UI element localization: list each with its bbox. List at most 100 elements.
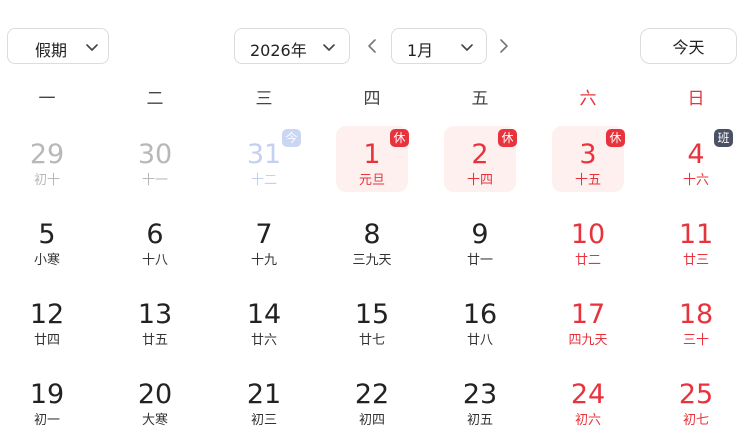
day-cell[interactable]: 21 初三: [228, 366, 300, 432]
day-number: 22: [354, 379, 390, 410]
day-number: 9: [471, 219, 489, 250]
lunar-date: 十六: [682, 173, 709, 188]
lunar-date: 小寒: [33, 253, 60, 268]
day-number: 19: [29, 379, 65, 410]
day-cell[interactable]: 17 四九天: [552, 286, 624, 352]
day-cell[interactable]: 12 廿四: [11, 286, 83, 352]
day-cell[interactable]: 9 廿一: [444, 206, 516, 272]
day-cell[interactable]: 3 十五休: [552, 126, 625, 192]
day-number: 29: [29, 139, 65, 170]
day-number: 17: [570, 299, 606, 330]
month-select-label: 1月: [407, 41, 434, 60]
rest-day-badge: 休: [606, 129, 625, 147]
lunar-date: 初五: [466, 413, 493, 428]
day-cell[interactable]: 31 十二今: [228, 126, 301, 192]
weekday-label: 四: [363, 89, 381, 109]
day-cell[interactable]: 6 十八: [119, 206, 191, 272]
next-month-icon[interactable]: [496, 37, 512, 55]
day-number: 7: [255, 219, 273, 250]
day-cell[interactable]: 14 廿六: [228, 286, 300, 352]
lunar-date: 三十: [682, 333, 709, 348]
rest-day-badge: 休: [498, 129, 517, 147]
day-cell[interactable]: 15 廿七: [336, 286, 408, 352]
lunar-date: 十四: [466, 173, 493, 188]
year-select-label: 2026年: [250, 41, 307, 60]
weekday-label: 六: [579, 89, 597, 109]
day-number: 18: [678, 299, 714, 330]
lunar-date: 初一: [33, 413, 60, 428]
lunar-date: 十八: [141, 253, 168, 268]
day-cell[interactable]: 5 小寒: [11, 206, 83, 272]
lunar-date: 元旦: [358, 173, 385, 188]
lunar-date: 初七: [682, 413, 709, 428]
lunar-date: 大寒: [141, 413, 168, 428]
day-cell[interactable]: 8 三九天: [336, 206, 408, 272]
day-cell[interactable]: 19 初一: [11, 366, 83, 432]
lunar-date: 十二: [250, 173, 277, 188]
day-cell[interactable]: 16 廿八: [444, 286, 516, 352]
day-cell[interactable]: 30 十一: [119, 126, 191, 192]
lunar-date: 初三: [250, 413, 277, 428]
day-number: 8: [363, 219, 381, 250]
holiday-select-label: 假期: [35, 41, 68, 60]
day-number: 25: [678, 379, 714, 410]
lunar-date: 四九天: [568, 333, 608, 348]
day-number: 14: [246, 299, 282, 330]
rest-day-badge: 休: [390, 129, 409, 147]
month-select[interactable]: 1月: [391, 28, 487, 64]
previous-month-icon[interactable]: [364, 37, 380, 55]
chevron-down-icon: [86, 44, 98, 51]
day-cell[interactable]: 20 大寒: [119, 366, 191, 432]
day-number: 21: [246, 379, 282, 410]
weekday-label: 二: [146, 89, 164, 109]
weekday-label: 一: [38, 89, 56, 109]
lunar-date: 廿五: [141, 333, 168, 348]
lunar-date: 廿一: [466, 253, 493, 268]
today-badge: 今: [282, 129, 301, 147]
lunar-date: 廿七: [358, 333, 385, 348]
day-cell[interactable]: 13 廿五: [119, 286, 191, 352]
lunar-date: 廿四: [33, 333, 60, 348]
weekday-label: 五: [471, 89, 489, 109]
day-cell[interactable]: 11 廿三: [660, 206, 732, 272]
day-number: 11: [678, 219, 714, 250]
day-number: 23: [462, 379, 498, 410]
lunar-date: 廿八: [466, 333, 493, 348]
lunar-date: 十一: [141, 173, 168, 188]
day-cell[interactable]: 25 初七: [660, 366, 732, 432]
day-number: 24: [570, 379, 606, 410]
day-number: 12: [29, 299, 65, 330]
calendar-grid: 29 初十 30 十一 31 十二今 1 元旦休 2 十四休 3 十五休 4 十六班 5 小寒 6 十八 7 十九 8 三…: [0, 118, 747, 436]
day-cell[interactable]: 18 三十: [660, 286, 732, 352]
day-cell[interactable]: 2 十四休: [444, 126, 517, 192]
today-button[interactable]: 今天: [640, 28, 737, 64]
lunar-date: 初六: [574, 413, 601, 428]
weekday-label: 三: [255, 89, 273, 109]
weekday-label: 日: [687, 89, 705, 109]
day-cell[interactable]: 22 初四: [336, 366, 408, 432]
lunar-date: 初四: [358, 413, 385, 428]
day-number: 6: [146, 219, 164, 250]
day-cell[interactable]: 10 廿二: [552, 206, 624, 272]
year-select[interactable]: 2026年: [234, 28, 350, 64]
day-number: 10: [570, 219, 606, 250]
day-number: 20: [137, 379, 173, 410]
lunar-date: 初十: [33, 173, 60, 188]
day-cell[interactable]: 1 元旦休: [336, 126, 409, 192]
day-number: 5: [38, 219, 56, 250]
day-number: 15: [354, 299, 390, 330]
lunar-date: 廿三: [682, 253, 709, 268]
day-cell[interactable]: 29 初十: [11, 126, 83, 192]
calendar-toolbar: 假期 2026年 1月 今天: [0, 0, 747, 80]
day-cell[interactable]: 7 十九: [228, 206, 300, 272]
chevron-down-icon: [323, 44, 335, 51]
holiday-select[interactable]: 假期: [7, 28, 109, 64]
day-cell[interactable]: 24 初六: [552, 366, 624, 432]
day-cell[interactable]: 23 初五: [444, 366, 516, 432]
day-number: 13: [137, 299, 173, 330]
lunar-date: 十五: [574, 173, 601, 188]
lunar-date: 十九: [250, 253, 277, 268]
lunar-date: 廿二: [574, 253, 601, 268]
lunar-date: 廿六: [250, 333, 277, 348]
day-cell[interactable]: 4 十六班: [660, 126, 733, 192]
